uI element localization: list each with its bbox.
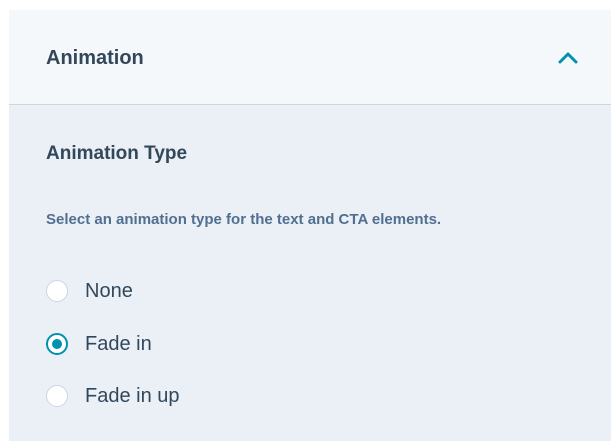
animation-panel: Animation Animation Type Select an anima… [9, 10, 611, 441]
radio-label-fade-in: Fade in [85, 333, 152, 355]
animation-panel-body: Animation Type Select an animation type … [9, 105, 611, 441]
radio-label-fade-in-up: Fade in up [85, 385, 180, 407]
animation-panel-header[interactable]: Animation [9, 10, 611, 105]
radio-button-fade-in-up[interactable] [46, 385, 68, 407]
radio-button-fade-in[interactable] [46, 333, 68, 355]
radio-button-none[interactable] [46, 280, 68, 302]
radio-option-fade-in[interactable]: Fade in [46, 330, 152, 358]
help-text: Select an animation type for the text an… [46, 211, 442, 228]
radio-label-none: None [85, 280, 133, 302]
chevron-up-icon[interactable] [557, 50, 579, 66]
radio-option-fade-in-up[interactable]: Fade in up [46, 382, 180, 410]
panel-title: Animation [46, 47, 144, 69]
radio-option-none[interactable]: None [46, 277, 133, 305]
section-title: Animation Type [46, 143, 188, 164]
